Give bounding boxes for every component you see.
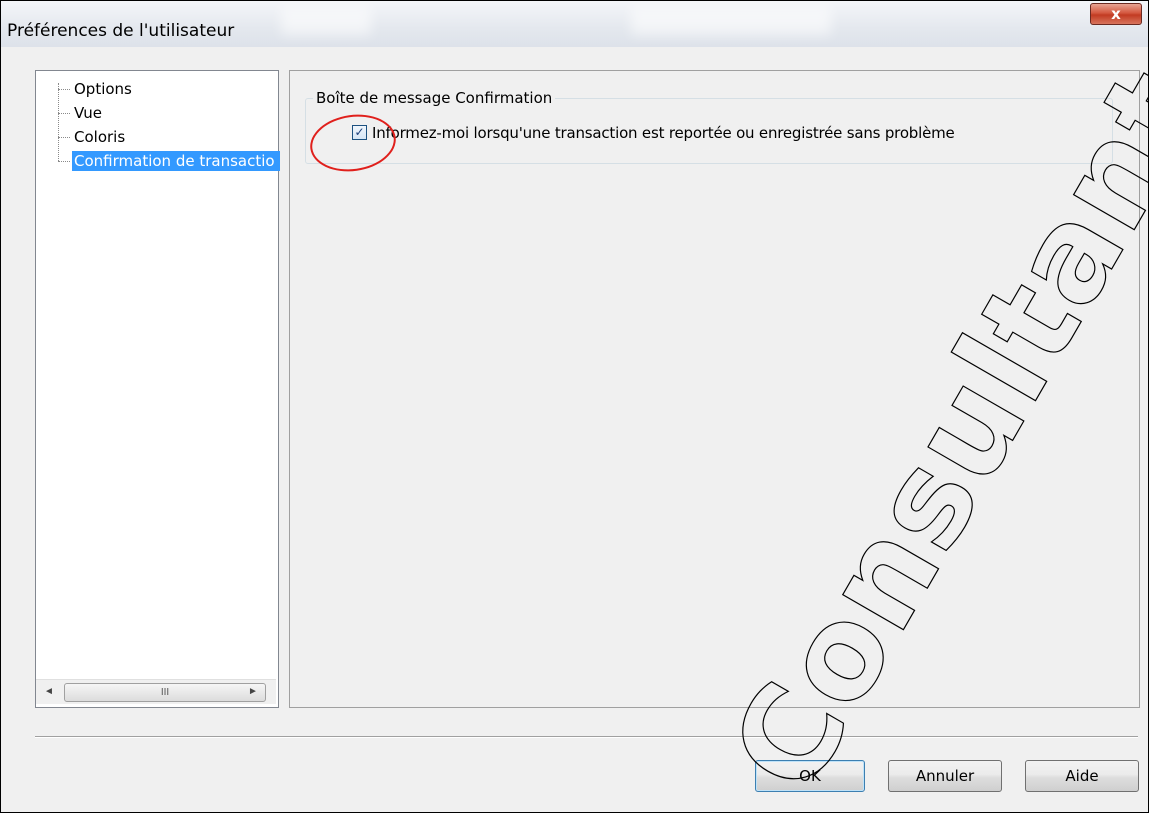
cancel-button[interactable]: Annuler	[888, 760, 1002, 792]
close-button[interactable]: x	[1090, 3, 1142, 25]
tree-connector	[58, 137, 70, 138]
tree-connector	[58, 83, 59, 161]
tree-item-label: Confirmation de transactio	[72, 151, 280, 171]
confirmation-checkbox-label[interactable]: Informez-moi lorsqu'une transaction est …	[372, 124, 955, 142]
settings-panel	[289, 70, 1140, 708]
ok-button[interactable]: OK	[755, 760, 865, 792]
button-separator	[35, 736, 1138, 738]
title-bar-glass	[281, 7, 371, 35]
help-button[interactable]: Aide	[1025, 760, 1139, 792]
scroll-left-arrow-icon[interactable]: ◄	[40, 683, 58, 701]
tree-connector	[58, 89, 70, 90]
title-bar[interactable]: Préférences de l'utilisateur x	[1, 1, 1148, 47]
window-title: Préférences de l'utilisateur	[7, 21, 235, 41]
preferences-tree[interactable]: Options Vue Coloris Confirmation de tran…	[35, 70, 280, 708]
tree-connector	[58, 113, 70, 114]
scroll-right-arrow-icon[interactable]: ►	[244, 683, 262, 701]
groupbox-title: Boîte de message Confirmation	[313, 89, 556, 107]
tree-connector	[58, 161, 70, 162]
scrollbar-thumb[interactable]: III	[64, 683, 266, 702]
tree-item-label: Coloris	[74, 128, 126, 146]
title-bar-glass	[631, 7, 831, 35]
tree-item-label: Vue	[74, 104, 102, 122]
tree-horizontal-scrollbar[interactable]: ◄ III ►	[36, 679, 276, 704]
tree-item-label: Options	[74, 80, 132, 98]
